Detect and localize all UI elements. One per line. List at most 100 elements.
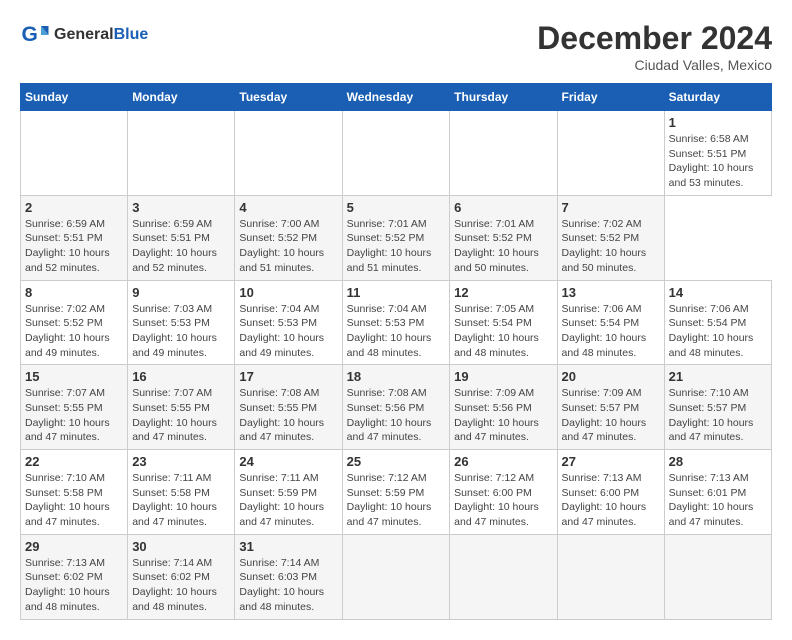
day-number: 5 <box>347 200 446 215</box>
table-row: 12 Sunrise: 7:05 AM Sunset: 5:54 PM Dayl… <box>450 280 557 365</box>
page-header: G GeneralBlue December 2024 Ciudad Valle… <box>20 20 772 73</box>
table-row: 13 Sunrise: 7:06 AM Sunset: 5:54 PM Dayl… <box>557 280 664 365</box>
table-row: 4 Sunrise: 7:00 AM Sunset: 5:52 PM Dayli… <box>235 195 342 280</box>
day-info: Sunrise: 7:14 AM Sunset: 6:03 PM Dayligh… <box>239 556 337 615</box>
day-info: Sunrise: 7:06 AM Sunset: 5:54 PM Dayligh… <box>669 302 767 361</box>
day-number: 18 <box>347 369 446 384</box>
day-number: 17 <box>239 369 337 384</box>
table-row: 3 Sunrise: 6:59 AM Sunset: 5:51 PM Dayli… <box>128 195 235 280</box>
table-row: 18 Sunrise: 7:08 AM Sunset: 5:56 PM Dayl… <box>342 365 450 450</box>
day-number: 27 <box>562 454 660 469</box>
day-number: 15 <box>25 369 123 384</box>
table-row: 16 Sunrise: 7:07 AM Sunset: 5:55 PM Dayl… <box>128 365 235 450</box>
table-row: 5 Sunrise: 7:01 AM Sunset: 5:52 PM Dayli… <box>342 195 450 280</box>
day-info: Sunrise: 7:09 AM Sunset: 5:57 PM Dayligh… <box>562 386 660 445</box>
day-info: Sunrise: 7:07 AM Sunset: 5:55 PM Dayligh… <box>25 386 123 445</box>
day-number: 14 <box>669 285 767 300</box>
col-friday: Friday <box>557 84 664 111</box>
table-row <box>342 111 450 196</box>
day-info: Sunrise: 7:08 AM Sunset: 5:55 PM Dayligh… <box>239 386 337 445</box>
day-number: 25 <box>347 454 446 469</box>
table-row: 31 Sunrise: 7:14 AM Sunset: 6:03 PM Dayl… <box>235 534 342 619</box>
day-info: Sunrise: 7:09 AM Sunset: 5:56 PM Dayligh… <box>454 386 552 445</box>
day-info: Sunrise: 7:13 AM Sunset: 6:01 PM Dayligh… <box>669 471 767 530</box>
day-info: Sunrise: 7:04 AM Sunset: 5:53 PM Dayligh… <box>347 302 446 361</box>
col-wednesday: Wednesday <box>342 84 450 111</box>
calendar-week-row: 2 Sunrise: 6:59 AM Sunset: 5:51 PM Dayli… <box>21 195 772 280</box>
col-sunday: Sunday <box>21 84 128 111</box>
calendar-week-row: 8 Sunrise: 7:02 AM Sunset: 5:52 PM Dayli… <box>21 280 772 365</box>
table-row: 24 Sunrise: 7:11 AM Sunset: 5:59 PM Dayl… <box>235 450 342 535</box>
logo-general: General <box>54 26 114 43</box>
calendar-week-row: 1 Sunrise: 6:58 AM Sunset: 5:51 PM Dayli… <box>21 111 772 196</box>
day-info: Sunrise: 7:08 AM Sunset: 5:56 PM Dayligh… <box>347 386 446 445</box>
day-info: Sunrise: 6:58 AM Sunset: 5:51 PM Dayligh… <box>669 132 767 191</box>
table-row: 25 Sunrise: 7:12 AM Sunset: 5:59 PM Dayl… <box>342 450 450 535</box>
day-info: Sunrise: 7:10 AM Sunset: 5:57 PM Dayligh… <box>669 386 767 445</box>
day-number: 10 <box>239 285 337 300</box>
table-row <box>557 534 664 619</box>
day-info: Sunrise: 7:13 AM Sunset: 6:00 PM Dayligh… <box>562 471 660 530</box>
day-info: Sunrise: 7:12 AM Sunset: 5:59 PM Dayligh… <box>347 471 446 530</box>
logo-blue: Blue <box>114 26 149 43</box>
logo-icon: G <box>20 20 50 50</box>
day-info: Sunrise: 7:01 AM Sunset: 5:52 PM Dayligh… <box>454 217 552 276</box>
day-number: 29 <box>25 539 123 554</box>
day-info: Sunrise: 6:59 AM Sunset: 5:51 PM Dayligh… <box>132 217 230 276</box>
day-number: 4 <box>239 200 337 215</box>
day-number: 22 <box>25 454 123 469</box>
day-info: Sunrise: 7:02 AM Sunset: 5:52 PM Dayligh… <box>562 217 660 276</box>
day-info: Sunrise: 7:11 AM Sunset: 5:59 PM Dayligh… <box>239 471 337 530</box>
table-row: 8 Sunrise: 7:02 AM Sunset: 5:52 PM Dayli… <box>21 280 128 365</box>
table-row <box>128 111 235 196</box>
day-number: 12 <box>454 285 552 300</box>
day-number: 13 <box>562 285 660 300</box>
svg-text:G: G <box>22 23 38 46</box>
col-tuesday: Tuesday <box>235 84 342 111</box>
day-number: 6 <box>454 200 552 215</box>
table-row: 17 Sunrise: 7:08 AM Sunset: 5:55 PM Dayl… <box>235 365 342 450</box>
table-row: 11 Sunrise: 7:04 AM Sunset: 5:53 PM Dayl… <box>342 280 450 365</box>
title-block: December 2024 Ciudad Valles, Mexico <box>537 20 772 73</box>
table-row <box>664 534 771 619</box>
table-row: 21 Sunrise: 7:10 AM Sunset: 5:57 PM Dayl… <box>664 365 771 450</box>
day-number: 20 <box>562 369 660 384</box>
day-number: 21 <box>669 369 767 384</box>
table-row: 15 Sunrise: 7:07 AM Sunset: 5:55 PM Dayl… <box>21 365 128 450</box>
day-info: Sunrise: 7:14 AM Sunset: 6:02 PM Dayligh… <box>132 556 230 615</box>
day-number: 2 <box>25 200 123 215</box>
table-row <box>450 534 557 619</box>
day-number: 8 <box>25 285 123 300</box>
day-number: 9 <box>132 285 230 300</box>
table-row: 26 Sunrise: 7:12 AM Sunset: 6:00 PM Dayl… <box>450 450 557 535</box>
table-row: 23 Sunrise: 7:11 AM Sunset: 5:58 PM Dayl… <box>128 450 235 535</box>
calendar-week-row: 29 Sunrise: 7:13 AM Sunset: 6:02 PM Dayl… <box>21 534 772 619</box>
table-row: 1 Sunrise: 6:58 AM Sunset: 5:51 PM Dayli… <box>664 111 771 196</box>
table-row: 2 Sunrise: 6:59 AM Sunset: 5:51 PM Dayli… <box>21 195 128 280</box>
calendar-table: Sunday Monday Tuesday Wednesday Thursday… <box>20 83 772 620</box>
day-info: Sunrise: 7:11 AM Sunset: 5:58 PM Dayligh… <box>132 471 230 530</box>
table-row <box>450 111 557 196</box>
day-info: Sunrise: 7:13 AM Sunset: 6:02 PM Dayligh… <box>25 556 123 615</box>
table-row: 9 Sunrise: 7:03 AM Sunset: 5:53 PM Dayli… <box>128 280 235 365</box>
day-number: 23 <box>132 454 230 469</box>
table-row: 29 Sunrise: 7:13 AM Sunset: 6:02 PM Dayl… <box>21 534 128 619</box>
day-number: 24 <box>239 454 337 469</box>
table-row: 27 Sunrise: 7:13 AM Sunset: 6:00 PM Dayl… <box>557 450 664 535</box>
logo-text: GeneralBlue <box>54 26 148 44</box>
table-row: 10 Sunrise: 7:04 AM Sunset: 5:53 PM Dayl… <box>235 280 342 365</box>
table-row <box>235 111 342 196</box>
logo: G GeneralBlue <box>20 20 148 50</box>
table-row: 7 Sunrise: 7:02 AM Sunset: 5:52 PM Dayli… <box>557 195 664 280</box>
day-number: 11 <box>347 285 446 300</box>
day-number: 1 <box>669 115 767 130</box>
table-row <box>557 111 664 196</box>
day-number: 3 <box>132 200 230 215</box>
table-row: 6 Sunrise: 7:01 AM Sunset: 5:52 PM Dayli… <box>450 195 557 280</box>
day-info: Sunrise: 7:04 AM Sunset: 5:53 PM Dayligh… <box>239 302 337 361</box>
table-row: 28 Sunrise: 7:13 AM Sunset: 6:01 PM Dayl… <box>664 450 771 535</box>
table-row: 19 Sunrise: 7:09 AM Sunset: 5:56 PM Dayl… <box>450 365 557 450</box>
calendar-week-row: 15 Sunrise: 7:07 AM Sunset: 5:55 PM Dayl… <box>21 365 772 450</box>
col-saturday: Saturday <box>664 84 771 111</box>
month-title: December 2024 <box>537 20 772 57</box>
